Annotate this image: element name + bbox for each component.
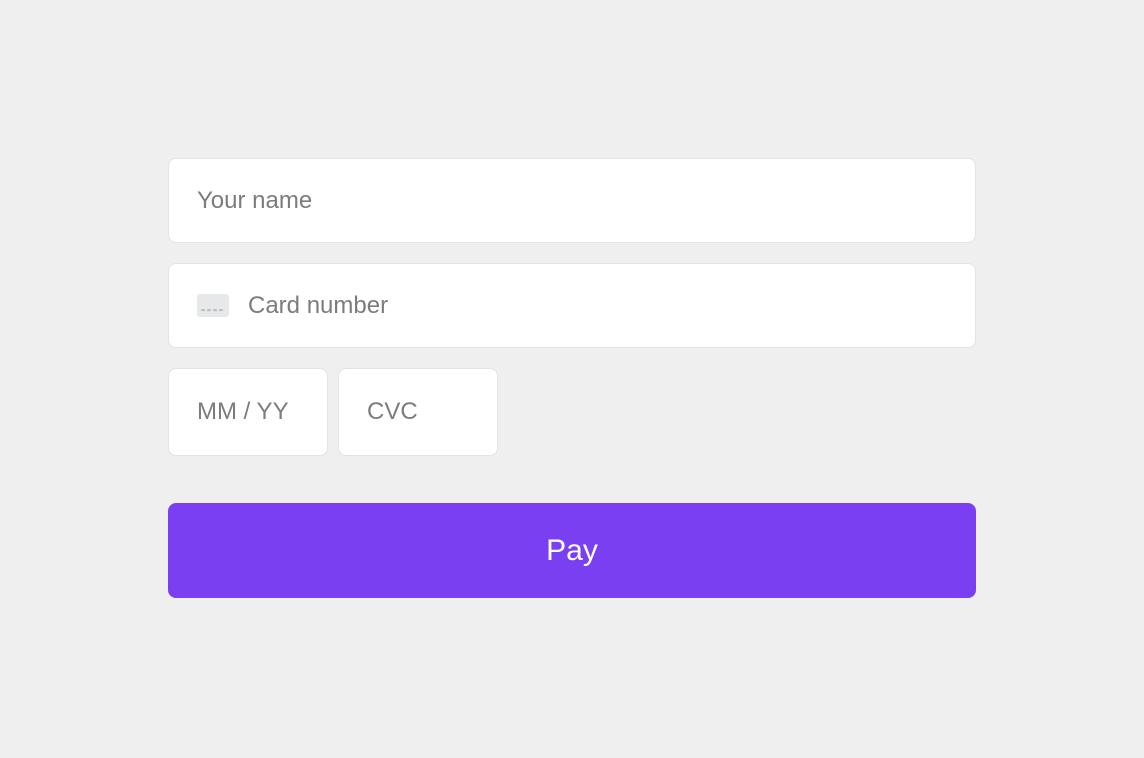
name-input[interactable] xyxy=(197,187,947,215)
expiry-cvc-row xyxy=(168,368,976,456)
cvc-input[interactable] xyxy=(367,398,469,426)
credit-card-icon xyxy=(197,294,229,317)
payment-form: Pay xyxy=(168,158,976,598)
cvc-input-box xyxy=(338,368,498,456)
card-number-input-box xyxy=(168,263,976,348)
name-input-box xyxy=(168,158,976,243)
expiry-input-box xyxy=(168,368,328,456)
expiry-input[interactable] xyxy=(197,398,299,426)
payment-form-container: Pay xyxy=(0,0,1144,758)
card-number-input[interactable] xyxy=(248,292,947,320)
pay-button[interactable]: Pay xyxy=(168,503,976,598)
